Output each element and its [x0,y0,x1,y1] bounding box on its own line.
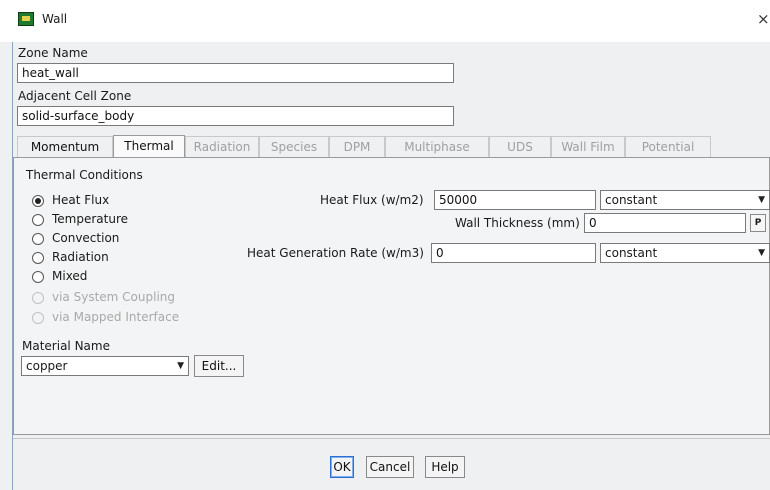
radio-button[interactable] [32,214,44,226]
zone-name-label: Zone Name [18,46,88,60]
radio-label: Convection [52,231,120,245]
heat-generation-label: Heat Generation Rate (w/m3) [247,246,424,260]
heat-flux-method-select[interactable]: constant ▼ [600,190,770,210]
material-select[interactable]: copper ▼ [21,356,189,376]
help-button[interactable]: Help [425,456,465,478]
heat-generation-method-select[interactable]: constant ▼ [600,243,770,263]
wall-thickness-label: Wall Thickness (mm) [455,216,580,230]
tab-momentum[interactable]: Momentum [17,136,113,158]
chevron-down-icon: ▼ [758,195,765,205]
radio-label: Heat Flux [52,193,110,207]
close-icon[interactable]: × [757,10,770,28]
fluent-app-icon [18,12,34,26]
material-name-label: Material Name [22,339,110,353]
radio-button [32,292,44,304]
radio-button [32,312,44,324]
tab-uds[interactable]: UDS [489,136,551,158]
zone-name-input[interactable] [17,63,454,83]
radio-button[interactable] [32,252,44,264]
tab-dpm[interactable]: DPM [329,136,385,158]
chevron-down-icon: ▼ [177,361,184,371]
edit-material-button[interactable]: Edit... [194,355,244,377]
radio-label: Mixed [52,269,88,283]
tab-thermal[interactable]: Thermal [113,135,185,159]
footer-divider [13,438,770,439]
cancel-button[interactable]: Cancel [366,456,414,478]
tab-multiphase[interactable]: Multiphase [385,136,489,158]
tab-potential[interactable]: Potential [625,136,711,158]
heat-generation-method-value: constant [605,246,658,260]
heat-flux-label: Heat Flux (w/m2) [320,193,424,207]
wall-thickness-param-button[interactable]: P [750,214,766,232]
window-title: Wall [42,12,68,26]
material-value: copper [26,359,68,373]
wall-thickness-input[interactable] [584,213,746,233]
tab-species[interactable]: Species [259,136,329,158]
heat-flux-input[interactable] [434,190,596,210]
adjacent-cell-zone-input[interactable] [17,106,454,126]
tab-radiation[interactable]: Radiation [185,136,259,158]
radio-label: Radiation [52,250,109,264]
ok-button[interactable]: OK [330,456,354,478]
heat-flux-method-value: constant [605,193,658,207]
title-bar: Wall × [0,0,770,42]
radio-label: via Mapped Interface [52,310,180,324]
radio-label: Temperature [52,212,129,226]
radio-label: via System Coupling [52,290,175,304]
tab-wall-film[interactable]: Wall Film [551,136,625,158]
thermal-conditions-title: Thermal Conditions [26,168,143,182]
radio-button[interactable] [32,271,44,283]
heat-generation-input[interactable] [431,243,596,263]
radio-button[interactable] [32,233,44,245]
radio-button[interactable] [32,195,44,207]
adjacent-cell-zone-label: Adjacent Cell Zone [18,89,132,103]
chevron-down-icon: ▼ [758,248,765,258]
